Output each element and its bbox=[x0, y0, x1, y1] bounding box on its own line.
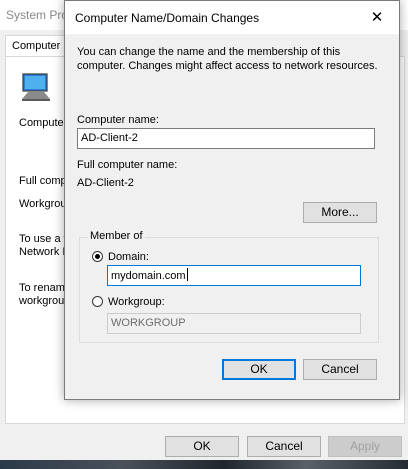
member-of-label: Member of bbox=[88, 230, 145, 242]
rename-text-line2: workgroup bbox=[19, 295, 71, 307]
tab-computer-name-label: Computer N bbox=[12, 40, 72, 52]
member-of-group: Member of Domain: mydomain.com Workgroup… bbox=[79, 230, 379, 343]
computer-name-input[interactable]: AD-Client-2 bbox=[77, 128, 375, 149]
domain-input[interactable]: mydomain.com bbox=[107, 265, 361, 286]
workgroup-radio[interactable] bbox=[92, 296, 103, 307]
dialog-title: Computer Name/Domain Changes bbox=[75, 11, 260, 25]
more-button[interactable]: More... bbox=[303, 202, 377, 223]
domain-radio[interactable] bbox=[92, 251, 103, 262]
dialog-titlebar[interactable]: Computer Name/Domain Changes ✕ bbox=[65, 1, 399, 34]
computer-monitor-icon bbox=[22, 73, 50, 101]
system-properties-cancel-button[interactable]: Cancel bbox=[247, 436, 321, 457]
system-properties-ok-button[interactable]: OK bbox=[165, 436, 239, 457]
system-properties-title: System Pro bbox=[6, 8, 69, 22]
text-caret bbox=[186, 268, 188, 281]
workgroup-label: Workgroup: bbox=[108, 296, 165, 308]
desktop-background bbox=[0, 460, 408, 469]
network-id-text-line2: Network I bbox=[19, 246, 66, 258]
computer-description-label: Computer bbox=[19, 117, 68, 129]
full-computer-name-label: Full computer name: bbox=[77, 159, 178, 171]
system-properties-apply-button[interactable]: Apply bbox=[328, 436, 402, 457]
workgroup-input[interactable]: WORKGROUP bbox=[107, 313, 361, 334]
cancel-button[interactable]: Cancel bbox=[303, 359, 377, 380]
workgroup-label: Workgrou bbox=[19, 198, 67, 210]
domain-label: Domain: bbox=[108, 251, 149, 263]
ok-button[interactable]: OK bbox=[222, 359, 296, 380]
intro-text-line2: computer. Changes might affect access to… bbox=[77, 60, 378, 72]
rename-text-line1: To renam bbox=[19, 282, 65, 294]
full-computer-name-value: AD-Client-2 bbox=[77, 177, 134, 189]
intro-text-line1: You can change the name and the membersh… bbox=[77, 46, 341, 58]
close-icon: ✕ bbox=[370, 9, 384, 26]
computer-name-label: Computer name: bbox=[77, 114, 159, 126]
computer-name-domain-dialog: Computer Name/Domain Changes ✕ You can c… bbox=[64, 0, 400, 400]
domain-input-value: mydomain.com bbox=[111, 270, 186, 282]
close-button[interactable]: ✕ bbox=[355, 1, 399, 34]
